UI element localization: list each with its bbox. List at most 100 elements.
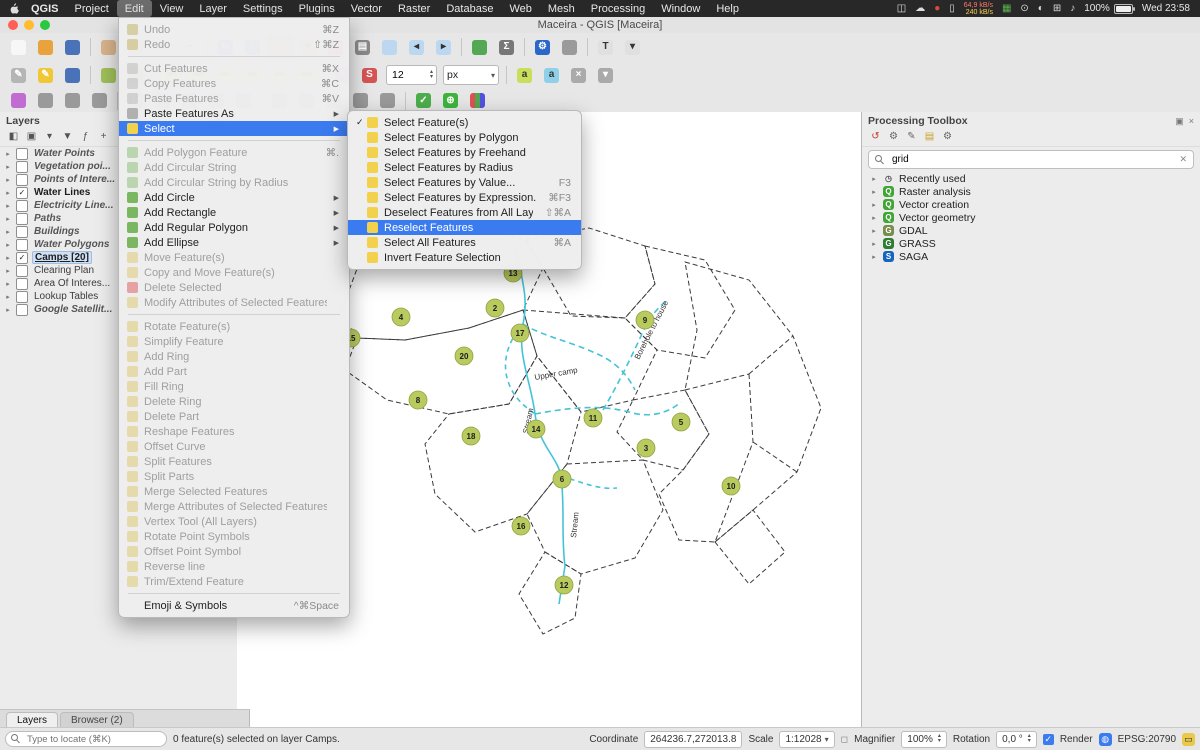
- project-save-icon[interactable]: [60, 36, 85, 58]
- save-layer-edits-icon[interactable]: [60, 64, 85, 86]
- project-new-icon[interactable]: [6, 36, 31, 58]
- menu-item-split-features[interactable]: Split Features: [119, 454, 349, 469]
- expand-arrow-icon[interactable]: ▸: [870, 227, 878, 235]
- processing-search-box[interactable]: ✕: [868, 150, 1194, 169]
- menu-item-delete-selected[interactable]: Delete Selected: [119, 280, 349, 295]
- menu-item-trim-extend-feature[interactable]: Trim/Extend Feature: [119, 574, 349, 589]
- font-size-field[interactable]: ▴▾: [386, 65, 437, 85]
- locate-box[interactable]: [5, 731, 167, 747]
- camp-marker-11[interactable]: 11: [584, 409, 602, 427]
- merge-features-icon[interactable]: [375, 90, 400, 112]
- snapping-options-icon[interactable]: [6, 90, 31, 112]
- menubar-item-settings[interactable]: Settings: [235, 0, 291, 17]
- close-button[interactable]: [8, 20, 18, 30]
- menu-item-select-all-features[interactable]: Select All Features⌘A: [348, 235, 581, 250]
- expand-arrow-icon[interactable]: ▸: [4, 215, 12, 223]
- expand-arrow-icon[interactable]: ▸: [4, 176, 12, 184]
- expand-all-icon[interactable]: +: [96, 129, 111, 143]
- expand-arrow-icon[interactable]: ▸: [4, 150, 12, 158]
- layer-visibility-checkbox[interactable]: [16, 174, 28, 186]
- camp-marker-9[interactable]: 9: [636, 311, 654, 329]
- menubar-item-window[interactable]: Window: [653, 0, 708, 17]
- menu-item-cut-features[interactable]: Cut Features⌘X: [119, 61, 349, 76]
- clear-search-icon[interactable]: ✕: [1179, 154, 1187, 165]
- screen-record-icon[interactable]: ●: [934, 3, 940, 14]
- menu-item-fill-ring[interactable]: Fill Ring: [119, 379, 349, 394]
- spotlight-icon[interactable]: ⊙: [1020, 3, 1028, 14]
- processing-search-input[interactable]: [890, 153, 1174, 166]
- layer-visibility-checkbox[interactable]: [16, 265, 28, 277]
- locate-input[interactable]: [25, 733, 161, 746]
- measure-icon[interactable]: [467, 36, 492, 58]
- algorithm-group-raster-analysis[interactable]: ▸QRaster analysis: [862, 185, 1200, 198]
- menu-item-add-part[interactable]: Add Part: [119, 364, 349, 379]
- layer-visibility-checkbox[interactable]: [16, 148, 28, 160]
- expand-arrow-icon[interactable]: ▸: [4, 293, 12, 301]
- expand-arrow-icon[interactable]: ▸: [4, 228, 12, 236]
- layer-visibility-checkbox[interactable]: [16, 278, 28, 290]
- menu-item-add-ring[interactable]: Add Ring: [119, 349, 349, 364]
- layer-style-icon[interactable]: S: [357, 64, 382, 86]
- tab-layers[interactable]: Layers: [6, 712, 58, 728]
- layer-visibility-checkbox[interactable]: ✓: [16, 187, 28, 199]
- menu-item-add-circle[interactable]: Add Circle▶: [119, 190, 349, 205]
- expand-options-icon[interactable]: ▾: [593, 64, 618, 86]
- algorithm-group-recently-used[interactable]: ▸◷Recently used: [862, 172, 1200, 185]
- open-layer-styling-icon[interactable]: ◧: [6, 129, 21, 143]
- open-attribute-table-icon[interactable]: ▤: [350, 36, 375, 58]
- menubar-item-layer[interactable]: Layer: [191, 0, 235, 17]
- layer-visibility-checkbox[interactable]: ✓: [16, 252, 28, 264]
- display-icon[interactable]: ◫: [897, 3, 906, 14]
- processing-toolbox-icon[interactable]: ⚙: [530, 36, 555, 58]
- unit-select[interactable]: px▾: [443, 65, 499, 85]
- expand-arrow-icon[interactable]: ▸: [870, 253, 878, 261]
- font-size-input[interactable]: [390, 68, 428, 82]
- annotation-menu-icon[interactable]: ▾: [620, 36, 645, 58]
- menu-item-select-features-by-value[interactable]: Select Features by Value...F3: [348, 175, 581, 190]
- menu-item-deselect-features-from-all-layers[interactable]: Deselect Features from All Layers⇧⌘A: [348, 205, 581, 220]
- copy-move-feature-icon[interactable]: [87, 90, 112, 112]
- menu-item-reverse-line[interactable]: Reverse line: [119, 559, 349, 574]
- menu-item-emoji-symbols[interactable]: Emoji & Symbols^⌘Space: [119, 598, 349, 613]
- layer-visibility-checkbox[interactable]: [16, 239, 28, 251]
- menu-item-undo[interactable]: Undo⌘Z: [119, 22, 349, 37]
- spinner-arrows[interactable]: ▴▾: [430, 70, 433, 80]
- layer-visibility-checkbox[interactable]: [16, 304, 28, 316]
- menu-item-merge-selected-features[interactable]: Merge Selected Features: [119, 484, 349, 499]
- stats-grid-icon[interactable]: ▦: [1002, 3, 1011, 14]
- expand-arrow-icon[interactable]: ▸: [870, 175, 878, 183]
- menu-item-rotate-feature-s[interactable]: Rotate Feature(s): [119, 319, 349, 334]
- menubar-item-web[interactable]: Web: [501, 0, 539, 17]
- expand-arrow-icon[interactable]: ▸: [870, 214, 878, 222]
- menu-item-delete-part[interactable]: Delete Part: [119, 409, 349, 424]
- cloud-icon[interactable]: ☁: [915, 3, 925, 14]
- menu-item-select[interactable]: Select▶: [119, 121, 349, 136]
- filter-legend-icon[interactable]: ▼: [60, 129, 75, 143]
- control-center-icon[interactable]: ◐: [1038, 3, 1044, 14]
- vertex-tool-icon[interactable]: [33, 90, 58, 112]
- minimize-button[interactable]: [24, 20, 34, 30]
- expand-arrow-icon[interactable]: ▸: [4, 280, 12, 288]
- layer-visibility-checkbox[interactable]: [16, 291, 28, 303]
- menubar-item-help[interactable]: Help: [708, 0, 747, 17]
- close-panel-icon[interactable]: ×: [1189, 116, 1194, 126]
- split-parts-icon[interactable]: [348, 90, 373, 112]
- lock-scale-icon[interactable]: ◻: [841, 734, 848, 745]
- label-color-icon[interactable]: a: [512, 64, 537, 86]
- menubar-item-vector[interactable]: Vector: [343, 0, 390, 17]
- history-icon[interactable]: ↺: [868, 129, 883, 143]
- menu-item-merge-attributes-of-selected-features[interactable]: Merge Attributes of Selected Features: [119, 499, 349, 514]
- menu-item-delete-ring[interactable]: Delete Ring: [119, 394, 349, 409]
- layer-visibility-checkbox[interactable]: [16, 200, 28, 212]
- camp-marker-16[interactable]: 16: [512, 517, 530, 535]
- menu-item-add-regular-polygon[interactable]: Add Regular Polygon▶: [119, 220, 349, 235]
- spinner-arrows[interactable]: ▴▾: [938, 734, 941, 744]
- camp-marker-3[interactable]: 3: [637, 439, 655, 457]
- float-panel-icon[interactable]: ▣: [1175, 116, 1184, 127]
- model-designer-icon[interactable]: ⚙: [886, 129, 901, 143]
- camp-marker-6[interactable]: 6: [553, 470, 571, 488]
- menu-item-select-feature-s[interactable]: ✓Select Feature(s): [348, 115, 581, 130]
- menu-item-add-ellipse[interactable]: Add Ellipse▶: [119, 235, 349, 250]
- menubar-item-edit[interactable]: Edit: [117, 0, 152, 17]
- menu-item-split-parts[interactable]: Split Parts: [119, 469, 349, 484]
